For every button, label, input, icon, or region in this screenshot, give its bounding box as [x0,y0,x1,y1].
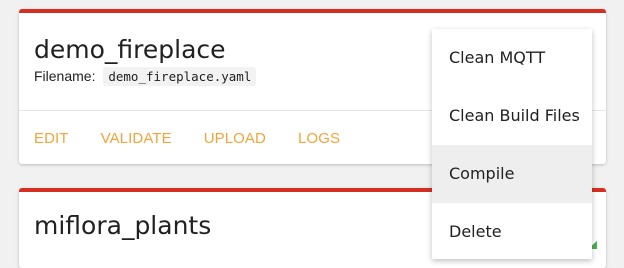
card-status-bar [19,9,606,13]
upload-button[interactable]: UPLOAD [204,130,266,147]
card-title: demo_fireplace [34,35,226,64]
menu-item-clean-mqtt[interactable]: Clean MQTT [432,29,592,87]
card-actions: EDIT VALIDATE UPLOAD LOGS [34,130,372,147]
validate-button[interactable]: VALIDATE [101,130,172,147]
card-title: miflora_plants [34,211,212,240]
menu-item-compile[interactable]: Compile [432,145,592,203]
filename-label: Filename: [34,68,96,84]
menu-item-clean-build-files[interactable]: Clean Build Files [432,87,592,145]
menu-item-delete[interactable]: Delete [432,203,592,261]
filename-row: Filename: demo_fireplace.yaml [34,67,257,86]
filename-value: demo_fireplace.yaml [103,67,257,86]
edit-button[interactable]: EDIT [34,130,69,147]
overflow-menu: Clean MQTT Clean Build Files Compile Del… [432,29,592,259]
logs-button[interactable]: LOGS [298,130,340,147]
